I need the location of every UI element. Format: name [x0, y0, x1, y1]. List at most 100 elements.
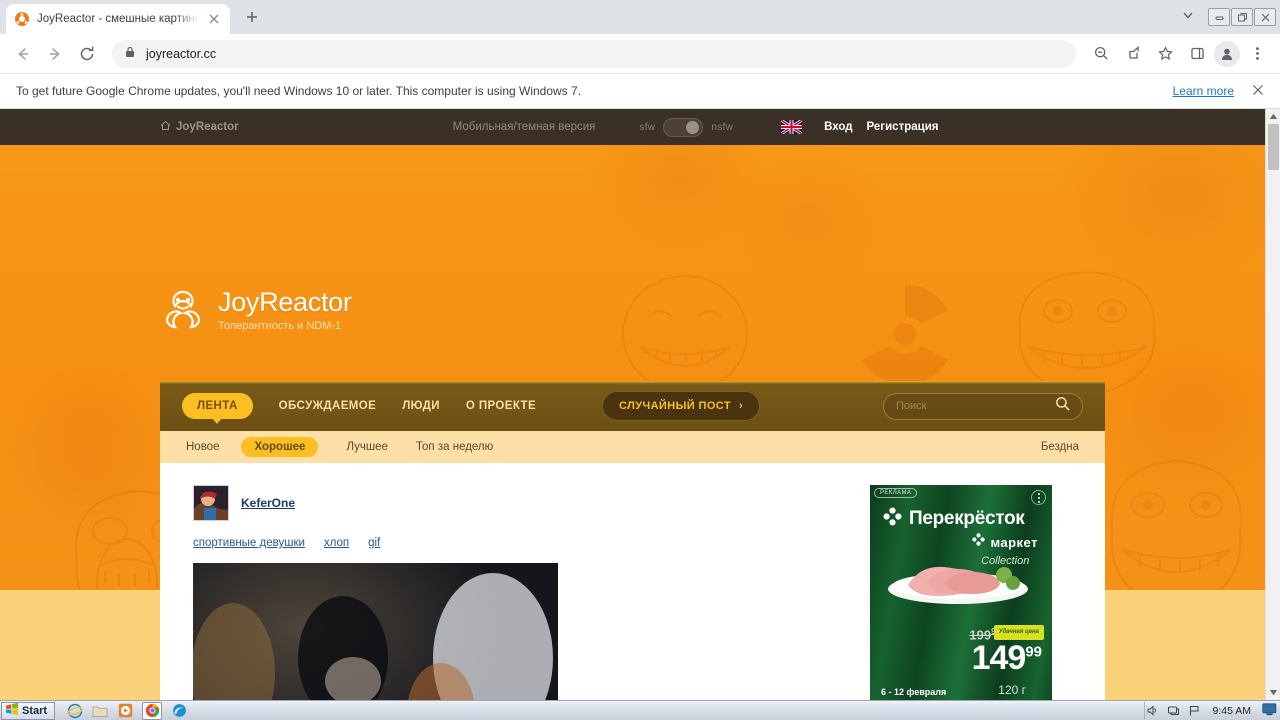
perekrestok-logo-icon: [883, 507, 902, 531]
ad-price-rub: 149: [971, 639, 1027, 677]
page-scrollbar[interactable]: [1265, 109, 1280, 700]
toggle-knob: [686, 120, 700, 134]
learn-more-link[interactable]: Learn more: [1173, 84, 1234, 98]
close-icon[interactable]: [1252, 84, 1264, 99]
search-icon[interactable]: [1055, 396, 1070, 416]
login-link[interactable]: Вход: [824, 121, 852, 133]
scrollbar-thumb[interactable]: [1268, 124, 1279, 170]
start-button[interactable]: Start: [1, 701, 56, 720]
ad-weight: 120 г: [998, 683, 1026, 697]
chrome-icon[interactable]: [142, 701, 163, 720]
ad-label-badge: РЕКЛАМА: [874, 488, 918, 498]
post-tag-1[interactable]: спортивные девушки: [193, 537, 305, 549]
topbar-home-link[interactable]: JoyReactor: [160, 120, 239, 134]
new-tab-button[interactable]: [238, 5, 266, 33]
forward-arrow-icon[interactable]: [40, 39, 70, 69]
uk-flag-icon[interactable]: [781, 120, 803, 134]
subnav-item-novoe[interactable]: Новое: [186, 441, 219, 453]
sub-navigation: Новое Хорошее Лучшее Топ за неделю Бездн…: [160, 431, 1105, 463]
chrome-menu-icon[interactable]: [1242, 39, 1272, 69]
post-tag-2[interactable]: хлоп: [324, 537, 349, 549]
media-player-icon[interactable]: [117, 703, 133, 719]
post-author-link[interactable]: KeferOne: [241, 496, 295, 510]
close-icon[interactable]: [1254, 8, 1276, 26]
toolbar-right-icons: [1086, 39, 1272, 69]
nav-item-o-proekte[interactable]: О ПРОЕКТЕ: [466, 400, 536, 412]
search-box[interactable]: [883, 392, 1083, 420]
internet-explorer-icon[interactable]: [67, 703, 83, 719]
url-text: joyreactor.cc: [146, 46, 217, 61]
mobile-dark-version-link[interactable]: Мобильная/темная версия: [453, 121, 596, 133]
subnav-item-horoshee[interactable]: Хорошее: [241, 437, 319, 457]
topbar-auth-links: Вход Регистрация: [824, 121, 938, 133]
search-input[interactable]: [896, 400, 1055, 412]
subnav-item-bezdna[interactable]: Бездна: [1041, 441, 1079, 453]
windows-logo-icon: [5, 702, 19, 719]
window-controls: [1208, 8, 1276, 26]
ad-banner-perekrestok[interactable]: РЕКЛАМА Перекрёсток маркет Collection 19…: [870, 485, 1052, 700]
subnav-item-top-za-nedelyu[interactable]: Топ за неделю: [416, 441, 493, 453]
market-logo-icon: [972, 533, 986, 551]
windows-taskbar: Start 9:45 AM: [0, 700, 1280, 720]
ad-price-kop: 99: [1025, 643, 1042, 661]
zoom-out-icon[interactable]: [1086, 39, 1116, 69]
chevron-right-icon: ›: [738, 400, 744, 412]
action-flag-icon[interactable]: [1187, 704, 1201, 718]
side-panel-icon[interactable]: [1182, 39, 1212, 69]
system-tray: 9:45 AM: [1144, 701, 1280, 720]
main-navigation: ЛЕНТА ОБСУЖДАЕМОЕ ЛЮДИ О ПРОЕКТЕ СЛУЧАЙН…: [160, 381, 1105, 431]
site-topbar: JoyReactor Мобильная/темная версия sfw n…: [0, 109, 1280, 145]
post-tag-3[interactable]: gif: [368, 537, 380, 549]
bookmark-star-icon[interactable]: [1150, 39, 1180, 69]
chevron-down-icon: [1181, 8, 1195, 27]
avatar[interactable]: [193, 485, 229, 521]
tab-strip: JoyReactor - смешные картинки и: [0, 0, 1280, 34]
restore-icon[interactable]: [1231, 8, 1253, 26]
register-link[interactable]: Регистрация: [867, 121, 939, 133]
infobar-message: To get future Google Chrome updates, you…: [16, 84, 582, 98]
minimize-icon[interactable]: [1208, 8, 1230, 26]
address-bar[interactable]: joyreactor.cc: [112, 39, 1076, 68]
edge-icon[interactable]: [171, 703, 187, 719]
sidebar-item-lenta[interactable]: ЛЕНТА: [182, 393, 253, 419]
quick-launch-bar: [67, 701, 187, 720]
site-main-column: ЛЕНТА ОБСУЖДАЕМОЕ ЛЮДИ О ПРОЕКТЕ СЛУЧАЙН…: [160, 381, 1105, 700]
scroll-down-arrow[interactable]: [1266, 685, 1280, 700]
page-title: JoyReactor: [218, 286, 352, 317]
troll-doodle-1: [610, 269, 760, 399]
sfw-toggle-group: sfw nsfw: [639, 117, 734, 137]
tab-search-button[interactable]: [1174, 3, 1202, 31]
start-label: Start: [22, 704, 48, 717]
taskbar-clock[interactable]: 9:45 AM: [1212, 705, 1251, 717]
tabstrip-right-controls: [1174, 0, 1280, 34]
tab-title: JoyReactor - смешные картинки и: [37, 13, 199, 25]
network-icon[interactable]: [1166, 704, 1180, 718]
nav-item-obsuzhdaemoe[interactable]: ОБСУЖДАЕМОЕ: [279, 400, 377, 412]
nav-item-lyudi[interactable]: ЛЮДИ: [402, 400, 440, 412]
lock-icon: [124, 45, 136, 63]
profile-avatar-icon[interactable]: [1214, 40, 1240, 67]
ad-options-icon[interactable]: [1031, 490, 1046, 505]
subnav-item-luchshee[interactable]: Лучшее: [346, 441, 387, 453]
home-icon: [160, 120, 171, 134]
show-desktop-icon[interactable]: [1262, 703, 1277, 718]
sfw-nsfw-toggle[interactable]: [663, 117, 704, 137]
reload-icon[interactable]: [72, 39, 102, 69]
site-logo-block[interactable]: JoyReactor Толерантность и NDM-1: [160, 287, 352, 333]
plus-icon: [245, 10, 259, 29]
scroll-up-arrow[interactable]: [1266, 109, 1280, 124]
back-arrow-icon[interactable]: [8, 39, 38, 69]
browser-tab-joyreactor[interactable]: JoyReactor - смешные картинки и: [6, 4, 230, 34]
ad-date-range: 6 - 12 февраля: [881, 687, 947, 697]
page-viewport: JoyReactor Мобильная/темная версия sfw n…: [0, 109, 1280, 700]
sfw-label: sfw: [639, 121, 656, 133]
random-post-button[interactable]: СЛУЧАЙНЫЙ ПОСТ ›: [602, 391, 761, 421]
folder-icon[interactable]: [92, 703, 108, 719]
site-content-area: KeferOne спортивные девушки хлоп gif РЕК…: [160, 463, 1105, 700]
nsfw-label: nsfw: [711, 121, 734, 133]
share-icon[interactable]: [1118, 39, 1148, 69]
topbar-brand-label: JoyReactor: [176, 121, 239, 133]
close-icon[interactable]: [206, 11, 222, 27]
post-image[interactable]: [193, 563, 558, 700]
volume-icon[interactable]: [1145, 704, 1159, 718]
